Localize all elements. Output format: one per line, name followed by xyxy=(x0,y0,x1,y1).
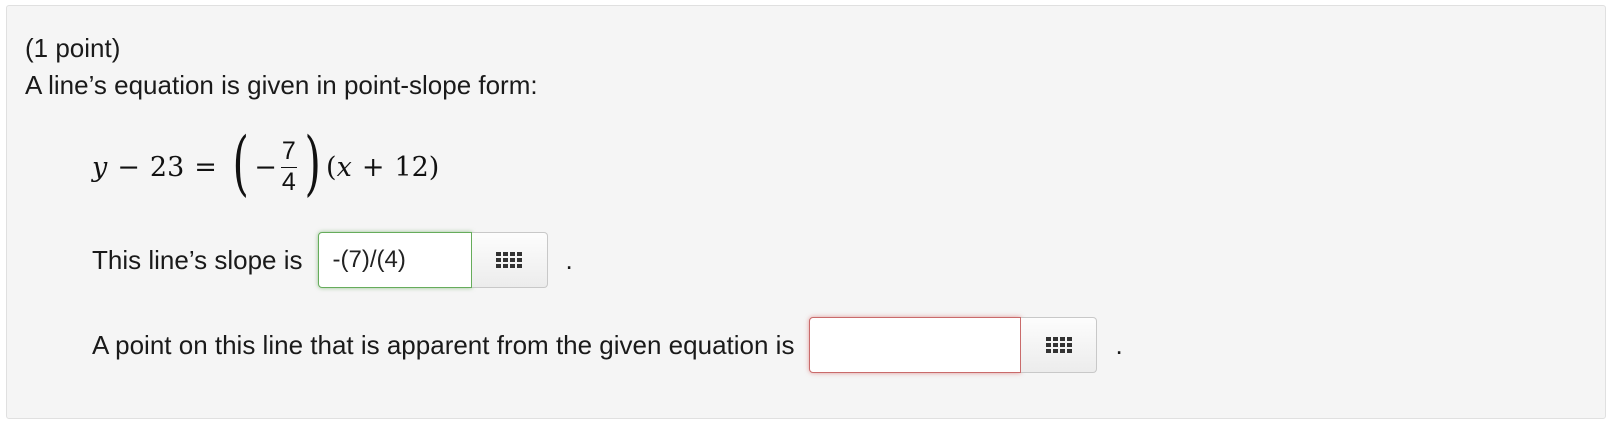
equation-lhs-variable: y xyxy=(92,151,108,183)
equation-negative-sign: − xyxy=(254,151,277,183)
slope-answer-input[interactable] xyxy=(317,232,472,288)
point-answer-input[interactable] xyxy=(809,317,1022,373)
point-question-label: A point on this line that is apparent fr… xyxy=(92,329,795,360)
point-slope-equation: y − 23 = ( − 7 4 ) ( x + 12 ) xyxy=(92,124,439,210)
slope-fraction: 7 4 xyxy=(280,137,297,196)
equation-rhs-constant: 12 xyxy=(394,151,429,183)
equation-rhs-open-paren: ( xyxy=(326,151,337,183)
fraction-numerator: 7 xyxy=(280,137,297,168)
slope-question-row: This line’s slope is . xyxy=(92,232,573,288)
equation-minus-sign: − xyxy=(117,151,140,183)
right-big-paren: ) xyxy=(304,122,321,204)
equation-lhs-constant: 23 xyxy=(149,151,185,183)
slope-trailing-period: . xyxy=(565,244,573,275)
fraction-denominator: 4 xyxy=(281,167,296,196)
equation-editor-grid-icon xyxy=(1045,337,1072,353)
equation-rhs-variable: x xyxy=(336,151,352,183)
equation-editor-grid-icon xyxy=(496,252,523,268)
problem-container: (1 point) A line’s equation is given in … xyxy=(6,5,1606,419)
left-big-paren: ( xyxy=(232,122,249,204)
equation-rhs-close-paren: ) xyxy=(428,151,440,183)
point-answer-group xyxy=(809,317,1098,373)
points-label: (1 point) xyxy=(25,33,121,63)
point-question-row: A point on this line that is apparent fr… xyxy=(92,317,1123,373)
equation-equals-sign: = xyxy=(194,151,217,183)
equation-plus-sign: + xyxy=(361,151,385,183)
point-trailing-period: . xyxy=(1115,329,1123,360)
slope-answer-group xyxy=(317,232,548,288)
problem-prompt: A line’s equation is given in point-slop… xyxy=(25,70,538,100)
slope-equation-editor-button[interactable] xyxy=(471,232,548,288)
point-equation-editor-button[interactable] xyxy=(1021,317,1098,373)
slope-question-label: This line’s slope is xyxy=(92,244,303,275)
